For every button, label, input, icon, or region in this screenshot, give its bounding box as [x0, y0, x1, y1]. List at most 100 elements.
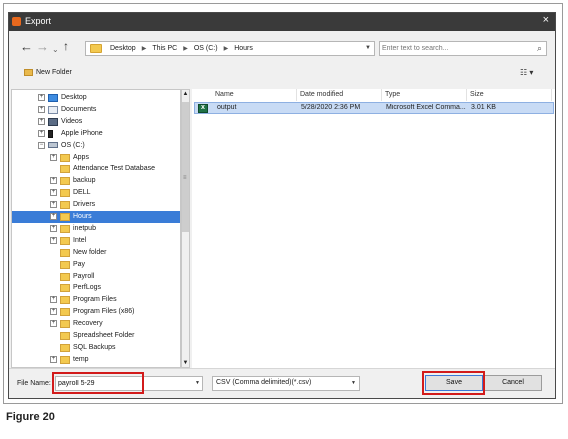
chevron-right-icon[interactable]: ▶ — [140, 45, 149, 53]
excel-csv-icon — [198, 104, 208, 113]
tree-item[interactable]: Payroll — [12, 271, 180, 283]
tree-item[interactable]: + Documents — [12, 104, 180, 116]
tree-item-label: Apple iPhone — [61, 129, 103, 137]
table-row[interactable]: output 5/28/2020 2:36 PM Microsoft Excel… — [194, 102, 554, 114]
tree-item[interactable]: + DELL — [12, 187, 180, 199]
expand-icon[interactable]: + — [50, 189, 57, 197]
figure-caption: Figure 20 — [6, 411, 55, 423]
close-icon[interactable]: × — [543, 14, 549, 26]
expand-icon[interactable]: + — [50, 308, 57, 316]
search-icon[interactable]: ⌕ — [537, 43, 542, 54]
new-folder-button[interactable]: New Folder — [24, 69, 72, 76]
file-type-select[interactable]: CSV (Comma delimited)(*.csv) ▼ — [212, 376, 360, 391]
folder-icon — [60, 213, 70, 221]
collapse-icon[interactable]: − — [38, 141, 45, 149]
tree-item-label: PerfLogs — [73, 284, 102, 292]
folder-icon — [60, 284, 70, 293]
tree-item[interactable]: Attendance Test Database — [12, 163, 180, 175]
window-title: Export — [25, 16, 52, 26]
tree-item[interactable]: + Drivers — [12, 199, 180, 211]
expand-icon[interactable]: + — [38, 117, 45, 125]
tree-item-label: Spreadsheet Folder — [73, 332, 135, 339]
tree-item[interactable]: + Desktop — [12, 92, 180, 104]
tree-item-label: Pay — [73, 260, 86, 268]
videos-icon — [48, 117, 58, 126]
scroll-up-icon[interactable]: ▲ — [182, 91, 189, 97]
tree-item[interactable]: PerfLogs — [12, 282, 180, 294]
tree-item[interactable]: + Recovery — [12, 318, 180, 330]
tree-item[interactable]: SQL Backups — [12, 342, 180, 354]
breadcrumb-this-pc[interactable]: This PC — [148, 45, 181, 53]
folder-icon — [60, 272, 70, 281]
expand-icon[interactable]: + — [50, 213, 57, 220]
tree-item-label: Apps — [73, 153, 89, 161]
tree-scrollbar[interactable]: ▲ ≡ ▼ — [181, 89, 190, 368]
search-input[interactable] — [382, 43, 522, 54]
file-type: Microsoft Excel Comma... — [386, 104, 466, 111]
folder-icon — [90, 44, 102, 53]
column-header-size[interactable]: Size — [467, 89, 552, 101]
address-bar[interactable]: Desktop ▶ This PC ▶ OS (C:) ▶ Hours ▼ — [85, 41, 375, 56]
tree-item-label: Desktop — [61, 94, 87, 101]
expand-icon[interactable]: + — [50, 224, 57, 232]
column-header-type[interactable]: Type — [382, 89, 467, 101]
file-list[interactable]: Name Date modified Type Size output 5/28… — [192, 89, 555, 368]
tree-item[interactable]: Pay — [12, 259, 180, 271]
scroll-down-icon[interactable]: ▼ — [182, 360, 189, 366]
file-name-label: File Name: — [17, 380, 51, 387]
tree-item-label: Hours — [73, 213, 92, 220]
tree-item[interactable]: New folder — [12, 247, 180, 259]
back-arrow-icon[interactable]: ← — [20, 40, 33, 53]
tree-item-label: inetpub — [73, 224, 96, 232]
tree-item[interactable]: + inetpub — [12, 223, 180, 235]
chevron-right-icon[interactable]: ▶ — [181, 45, 190, 53]
tree-item[interactable]: − OS (C:) — [12, 140, 180, 152]
column-header-name[interactable]: Name — [212, 89, 297, 101]
cancel-button[interactable]: Cancel — [484, 375, 542, 391]
expand-icon[interactable]: + — [50, 153, 57, 161]
recent-locations-chevron-icon[interactable]: ⌄ — [52, 43, 59, 56]
tree-item[interactable]: + backup — [12, 175, 180, 187]
expand-icon[interactable]: + — [38, 105, 45, 113]
chevron-down-icon[interactable]: ▼ — [351, 380, 356, 386]
folder-icon — [60, 260, 70, 269]
expand-icon[interactable]: + — [38, 129, 45, 137]
file-date: 5/28/2020 2:36 PM — [301, 104, 361, 111]
expand-icon[interactable]: + — [50, 236, 57, 244]
chevron-down-icon[interactable]: ▼ — [195, 380, 200, 386]
tree-item-label: DELL — [73, 189, 91, 197]
breadcrumb-os-c[interactable]: OS (C:) — [190, 45, 222, 53]
expand-icon[interactable]: + — [50, 296, 57, 304]
tree-item[interactable]: + Program Files — [12, 294, 180, 306]
tree-item-label: Payroll — [73, 272, 95, 280]
drive-icon — [48, 141, 58, 148]
folder-icon — [60, 248, 70, 257]
tree-item[interactable]: + Program Files (x86) — [12, 306, 180, 318]
up-arrow-icon[interactable]: ↑ — [63, 40, 69, 53]
forward-arrow-icon[interactable]: → — [36, 40, 49, 53]
tree-item[interactable]: Spreadsheet Folder — [12, 330, 180, 342]
tree-item[interactable]: + Apple iPhone — [12, 128, 180, 140]
tree-item[interactable]: + Intel — [12, 235, 180, 247]
column-header-date-modified[interactable]: Date modified — [297, 89, 382, 101]
expand-icon[interactable]: + — [38, 94, 45, 101]
tree-item[interactable]: + Hours — [12, 211, 180, 223]
address-dropdown-icon[interactable]: ▼ — [365, 45, 371, 51]
breadcrumb-desktop[interactable]: Desktop — [106, 45, 140, 53]
export-dialog: Export × ← → ⌄ ↑ Desktop ▶ This PC ▶ OS … — [8, 12, 556, 399]
tree-item[interactable]: + Videos — [12, 116, 180, 128]
expand-icon[interactable]: + — [50, 177, 57, 185]
expand-icon[interactable]: + — [50, 355, 57, 363]
view-options-icon[interactable]: ☷ ▾ — [520, 68, 533, 77]
expand-icon[interactable]: + — [50, 201, 57, 209]
tree-item[interactable]: + temp — [12, 354, 180, 366]
breadcrumb-hours[interactable]: Hours — [230, 45, 257, 53]
tree-item[interactable]: + Apps — [12, 152, 180, 164]
folder-tree[interactable]: + Desktop + Documents + Videos + Apple iPhone − O… — [11, 89, 181, 368]
scrollbar-thumb[interactable] — [182, 102, 189, 232]
expand-icon[interactable]: + — [50, 320, 57, 328]
chevron-right-icon[interactable]: ▶ — [222, 45, 231, 53]
tree-item-label: Videos — [61, 117, 83, 125]
tree-item-label: Attendance Test Database — [73, 165, 155, 173]
search-box[interactable]: ⌕ — [379, 41, 547, 56]
